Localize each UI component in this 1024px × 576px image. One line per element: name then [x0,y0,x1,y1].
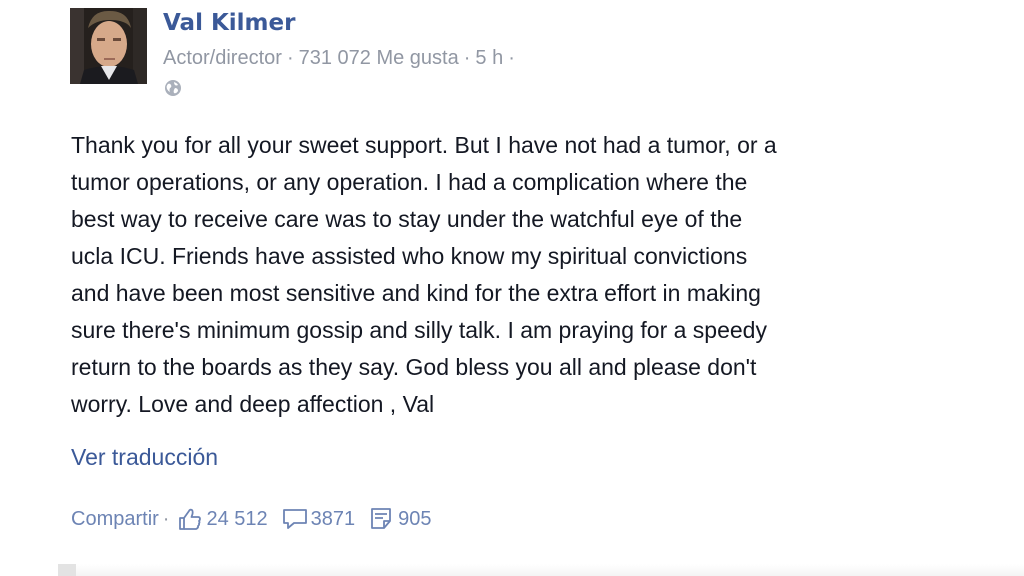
comments-count: 3871 [310,507,356,530]
facebook-post: Val Kilmer Actor/director · 731 072 Me gus… [0,0,1024,576]
page-likes-count: 731 072 Me gusta [298,47,459,69]
likes-count: 24 512 [206,507,268,530]
shares-count: 905 [398,507,432,530]
post-body-line: ucla ICU. Friends have assisted who know… [71,243,748,269]
share-link[interactable]: Compartir [71,508,159,531]
author-avatar[interactable] [70,8,147,84]
see-translation-link[interactable]: Ver traducción [71,444,218,471]
comments-count-button[interactable]: 3871 [282,507,356,531]
post-body: Thank you for all your sweet support. Bu… [71,127,921,423]
post-body-line: best way to receive care was to stay und… [71,206,743,232]
post-body-line: tumor operations, or any operation. I ha… [71,169,748,195]
post-timestamp[interactable]: 5 h [475,47,503,69]
meta-separator: · [463,47,471,69]
post-actions-bar: Compartir · 24 512 3871 905 [71,504,446,534]
meta-separator: · [286,47,294,69]
globe-icon[interactable] [164,79,182,97]
post-body-line: Thank you for all your sweet support. Bu… [71,132,777,158]
post-meta: Actor/director · 731 072 Me gusta · 5 h · [163,47,520,70]
post-body-line: sure there's minimum gossip and silly ta… [71,317,767,343]
post-body-line: and have been most sensitive and kind fo… [71,280,761,306]
likes-count-button[interactable]: 24 512 [177,507,268,531]
shares-count-button[interactable]: 905 [369,507,432,531]
card-bottom-edge [58,564,1024,576]
page-category: Actor/director [163,47,282,69]
actions-separator: · [162,507,170,530]
post-body-line: worry. Love and deep affection , Val [71,391,435,417]
meta-separator: · [508,47,515,69]
post-body-line: return to the boards as they say. God bl… [71,354,757,380]
thumbs-up-icon [179,508,202,530]
shares-icon [371,508,392,529]
card-bottom-corner [58,564,76,576]
author-name-link[interactable]: Val Kilmer [163,10,295,36]
comment-icon [282,509,307,529]
